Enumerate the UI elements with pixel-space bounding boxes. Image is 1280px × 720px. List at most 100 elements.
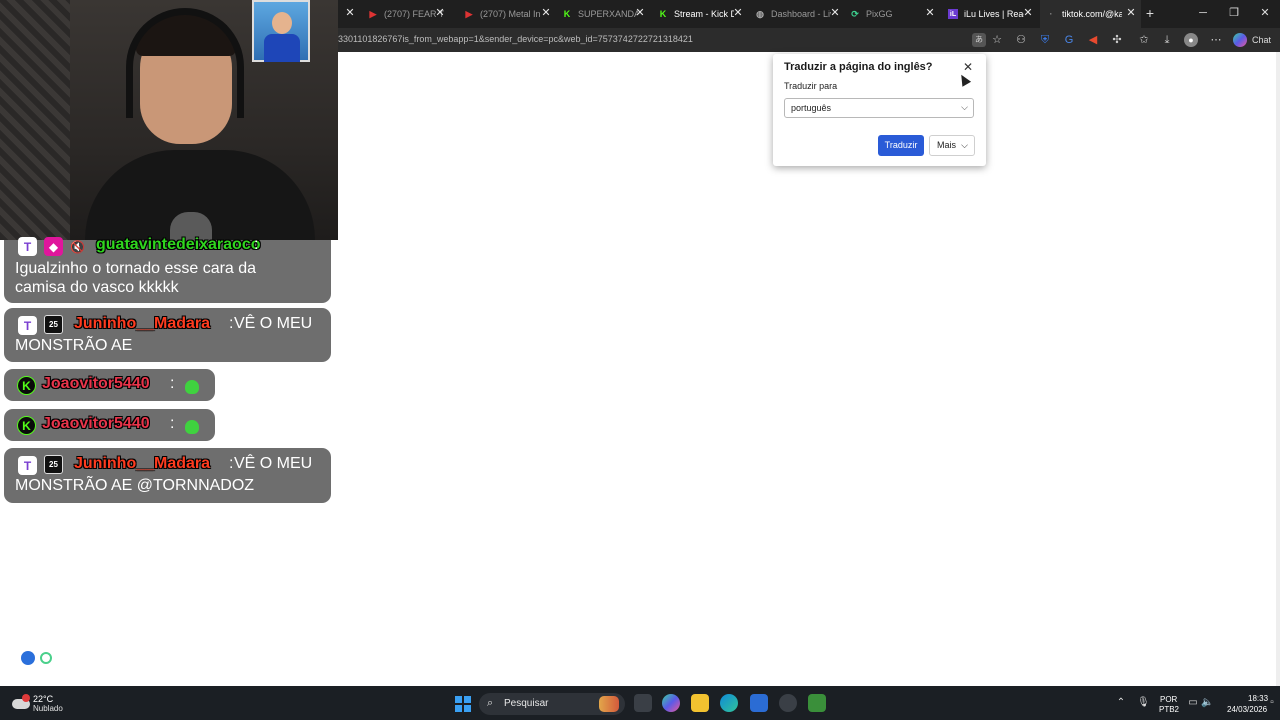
new-tab-button[interactable]: + [1143,6,1157,20]
tab-close-button[interactable]: ✕ [344,0,358,28]
weather-condition[interactable]: Nublado [33,704,63,713]
chat-colon: : [229,455,234,472]
url-text[interactable]: 3301101826767is_from_webapp=1&sender_dev… [338,34,693,44]
chevron-down-icon: ⌵ [961,102,968,112]
power-icon [40,652,52,664]
chat-text-inline: VÊ O MEU [234,455,313,472]
restore-button[interactable]: ❐ [1227,6,1241,20]
chevron-down-icon: ⌵ [961,140,968,150]
shield-icon[interactable]: ⛨ [1038,33,1052,47]
chat-message: K Joaovitor5440 : [4,369,215,401]
obs-icon[interactable] [779,694,797,712]
close-icon[interactable]: ✕ [1125,7,1137,19]
close-window-button[interactable]: ✕ [1258,6,1272,20]
acoustic-foam [0,0,70,240]
chat-colon: : [170,415,175,432]
close-icon[interactable]: ✕ [924,7,936,19]
more-button-label: Mais [937,140,957,150]
tab-kick-stream[interactable]: K Stream - Kick Da ✕ [658,0,744,28]
notifications-icon[interactable]: ▫ [1266,697,1278,709]
chevron-up-icon[interactable]: ⌃ [1115,697,1127,709]
tab-title: Dashboard - Liv [771,9,831,19]
speaker-extension-icon[interactable]: ◀ [1086,33,1100,47]
scrollbar[interactable] [1276,52,1280,686]
store-icon[interactable] [750,694,768,712]
record-icon [21,651,35,665]
sub-badge-icon: 25 [44,315,63,334]
file-explorer-icon[interactable] [691,694,709,712]
close-icon[interactable]: ✕ [829,7,841,19]
tab-youtube-metal[interactable]: ▶ (2707) Metal Ina ✕ [464,0,552,28]
clock-date[interactable]: 24/03/2026 [1227,705,1267,714]
tab-superxandao[interactable]: K SUPERXANDAO ✕ [562,0,646,28]
chat-message: T ◆ 🔇 guatavintedeixaraoco : Igualzinho … [4,236,331,303]
tab-dashboard[interactable]: ◍ Dashboard - Liv ✕ [755,0,841,28]
loading-icon: · [1049,9,1053,19]
copilot-taskbar-icon[interactable] [662,694,680,712]
translator-extension-icon[interactable]: G [1062,33,1076,47]
chat-message: T 25 Juninho__Madara : VÊ O MEU MONSTRÃO… [4,308,331,362]
language-indicator[interactable]: POR [1160,695,1177,704]
weather-temperature[interactable]: 22°C [33,694,53,704]
close-icon[interactable]: ✕ [434,7,446,19]
translate-icon[interactable]: あ [972,33,986,47]
vip-badge-icon: ◆ [44,237,63,256]
chat-colon: : [170,375,175,392]
chat-button[interactable]: Chat [1252,35,1271,45]
copilot-icon[interactable] [1233,33,1247,47]
tab-title: PixGG [866,9,893,19]
selected-language: português [791,103,832,113]
kick-icon: K [17,376,36,395]
tab-title: tiktok.com/@ka [1062,9,1122,19]
windows-start-icon[interactable] [455,696,471,712]
extension-icon[interactable]: ⚇ [1014,33,1028,47]
superman-poster [252,0,310,62]
close-icon[interactable]: ✕ [540,7,552,19]
close-icon[interactable]: ✕ [961,60,975,74]
youtube-icon: ▶ [369,8,377,19]
chat-text-line: camisa do vasco kkkkk [15,279,179,296]
emote-icon [185,380,199,394]
address-bar: 3301101826767is_from_webapp=1&sender_dev… [338,28,1280,52]
weather-icon[interactable] [12,694,30,710]
spreadsheet-icon[interactable] [808,694,826,712]
close-icon[interactable]: ✕ [732,7,744,19]
tab-youtube-fear[interactable]: ▶ (2707) FEAR THE ✕ [368,0,446,28]
headphones [126,8,244,118]
translate-popup-title: Traduzir a página do inglês? [784,61,933,73]
network-icon[interactable]: ▭ [1187,697,1199,709]
keyboard-layout-indicator[interactable]: PTB2 [1159,705,1179,714]
favorites-icon[interactable]: ✩ [1137,33,1151,47]
search-highlight-icon [599,696,619,712]
more-options-icon[interactable]: ⋯ [1209,33,1223,47]
microphone-icon[interactable]: 🎙 [1137,697,1150,709]
taskbar-search[interactable]: ⌕ Pesquisar [479,693,625,715]
twitch-icon: T [18,316,37,335]
volume-icon[interactable]: 🔈 [1201,697,1213,709]
extensions-puzzle-icon[interactable]: ✣ [1110,33,1124,47]
translate-button[interactable]: Traduzir [878,135,924,156]
chat-text-line: MONSTRÃO AE [15,337,133,354]
chat-username: Juninho__Madara [74,315,211,332]
chat-colon: : [254,236,259,253]
minimize-button[interactable]: ─ [1196,6,1210,20]
language-select[interactable]: português ⌵ [784,98,974,118]
app-icon: iL [948,9,958,19]
tab-pixgg[interactable]: ⟳ PixGG ✕ [850,0,936,28]
download-icon[interactable]: ⤓ [1160,33,1174,47]
edge-icon[interactable] [720,694,738,712]
favorite-star-icon[interactable]: ☆ [990,33,1004,47]
muted-badge-icon: 🔇 [70,239,85,254]
close-icon[interactable]: ✕ [634,7,646,19]
chat-text-inline: VÊ O MEU [234,315,313,332]
tab-tiktok[interactable]: · tiktok.com/@ka ✕ [1040,0,1141,28]
close-icon[interactable]: ✕ [1022,7,1034,19]
tab-ilu-lives[interactable]: iL iLu Lives | React ✕ [948,0,1034,28]
more-button[interactable]: Mais ⌵ [929,135,975,156]
profile-icon[interactable]: ● [1184,33,1198,47]
tab-title: (2707) Metal Ina [480,9,540,19]
kick-icon: K [659,9,667,19]
emote-icon [185,420,199,434]
task-view-icon[interactable] [634,694,652,712]
youtube-icon: ▶ [465,8,473,19]
